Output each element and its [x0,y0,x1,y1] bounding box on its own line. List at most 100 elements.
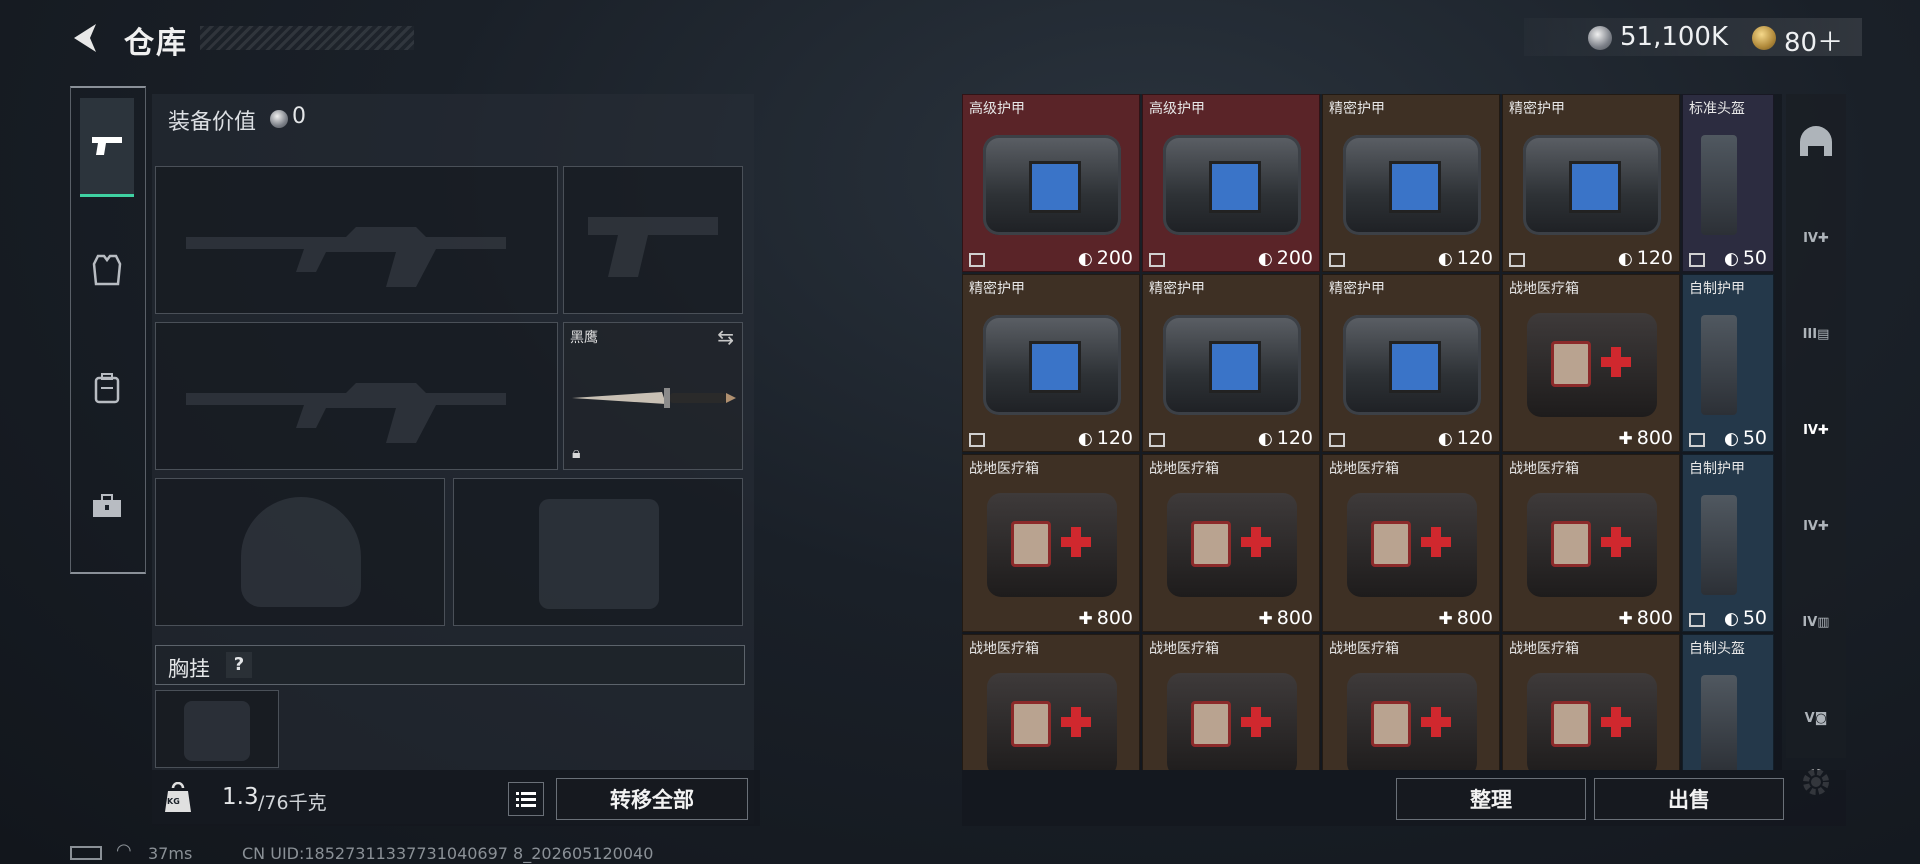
inventory-item[interactable]: 精密护甲 ◐ 120 [1142,274,1320,452]
tab-armor[interactable] [80,222,134,318]
helmet-slot[interactable] [155,478,445,626]
melee-slot[interactable]: 黑鹰 ⇆ 🔒︎ [563,322,743,470]
item-stat-value: 120 [1636,247,1673,269]
inventory-item[interactable]: 战地医疗箱 ✚ 800 [1502,454,1680,632]
armor-bag-icon [1163,135,1301,235]
tab-weapons[interactable] [80,98,134,197]
armor-plate-icon [1209,161,1261,213]
inventory-item[interactable]: 精密护甲 ◐ 120 [1322,274,1500,452]
inventory-item[interactable]: 战地医疗箱 ✚ 800 [1502,274,1680,452]
item-stat-value: 120 [1456,247,1493,269]
secondary-weapon-slot[interactable] [155,322,558,470]
chest-rig-header: 胸挂 ? [155,645,745,685]
item-stat: ◐ 200 [1258,247,1313,269]
primary-weapon-slot[interactable] [155,166,558,314]
untradeable-icon [1329,253,1345,267]
sort-button[interactable]: 整理 [1396,778,1586,820]
weight-max: /76千克 [258,792,327,814]
medical-icon: IV✚ [1803,518,1829,534]
filter-helmet[interactable] [1792,118,1840,166]
filter-tier-iv-active[interactable]: IV✚ [1792,406,1840,454]
item-stat-value: 800 [1636,607,1673,629]
armor-slot[interactable] [453,478,743,626]
vest-icon [1701,495,1737,595]
inventory-item[interactable]: 自制头盔 [1682,634,1774,770]
inventory-item[interactable]: 战地医疗箱 [1322,634,1500,770]
armor-bag-icon [1523,135,1661,235]
item-name: 自制护甲 [1689,281,1745,297]
item-name: 精密护甲 [1149,281,1205,297]
item-name: 战地医疗箱 [969,641,1039,657]
pistol-icon [92,137,122,155]
red-cross-icon [1241,707,1271,737]
item-name: 战地医疗箱 [1329,461,1399,477]
item-stat-value: 800 [1276,607,1313,629]
item-stat: ◐ 120 [1258,427,1313,449]
untradeable-icon [1329,433,1345,447]
first-aid-kit-icon [1347,673,1477,770]
filter-tier-iv-2[interactable]: IV✚ [1792,502,1840,550]
item-name: 战地医疗箱 [1509,461,1579,477]
vest-icon [1701,135,1737,235]
armor-plate-icon [1389,161,1441,213]
swap-icon[interactable]: ⇆ [717,325,734,349]
filter-tier-iv-medical[interactable]: IV✚ [1792,214,1840,262]
rifle-silhouette-icon [186,227,506,287]
filter-tier-v[interactable]: V◙ [1792,694,1840,742]
gold-amount[interactable]: 80＋ [1784,22,1843,59]
back-button[interactable] [68,20,108,60]
red-cross-icon [1061,527,1091,557]
item-stat: ◐ 50 [1724,607,1767,629]
inventory-item[interactable]: 精密护甲 ◐ 120 [1322,94,1500,272]
inventory-item[interactable]: 战地医疗箱 ✚ 800 [1142,454,1320,632]
tab-backpack[interactable] [80,340,134,436]
building-icon: IV▥ [1802,614,1830,630]
inventory-item[interactable]: 自制护甲 ◐ 50 [1682,274,1774,452]
sell-button[interactable]: 出售 [1594,778,1784,820]
item-name: 精密护甲 [1509,101,1565,117]
inventory-item[interactable]: 高级护甲 ◐ 200 [962,94,1140,272]
item-name: 高级护甲 [1149,101,1205,117]
help-icon[interactable]: ? [226,652,252,678]
inventory-item[interactable]: 战地医疗箱 [962,634,1140,770]
inventory-item[interactable]: 精密护甲 ◐ 120 [962,274,1140,452]
list-view-button[interactable] [508,782,544,816]
heal-icon: ✚ [1258,609,1273,629]
item-name: 战地医疗箱 [1509,641,1579,657]
item-stat-value: 120 [1276,427,1313,449]
item-stat-value: 800 [1636,427,1673,449]
inventory-item[interactable]: 自制护甲 ◐ 50 [1682,454,1774,632]
armor-plate-icon [1569,161,1621,213]
item-stat: ◐ 50 [1724,427,1767,449]
first-aid-kit-icon [987,673,1117,770]
tab-case[interactable] [80,458,134,554]
armor-bag-icon [983,135,1121,235]
transfer-all-button[interactable]: 转移全部 [556,778,748,820]
inventory-item[interactable]: 高级护甲 ◐ 200 [1142,94,1320,272]
item-stat-value: 200 [1276,247,1313,269]
inventory-item[interactable]: 标准头盔 ◐ 50 [1682,94,1774,272]
filter-tier-iv-3[interactable]: IV▥ [1792,598,1840,646]
inventory-item[interactable]: 战地医疗箱 [1142,634,1320,770]
kg-label: KG [167,797,180,806]
armor-plate-icon [1389,341,1441,393]
knife-icon [572,388,736,408]
pistol-slot[interactable] [563,166,743,314]
untradeable-icon [1509,253,1525,267]
inventory-item[interactable]: 战地医疗箱 ✚ 800 [962,454,1140,632]
item-stat: ◐ 120 [1438,427,1493,449]
medkit-pad-icon [1191,701,1231,747]
item-name: 标准头盔 [1689,101,1745,117]
red-cross-icon [1241,527,1271,557]
item-stat: ✚ 800 [1618,427,1673,449]
vest-icon [1701,315,1737,415]
inventory-item[interactable]: 精密护甲 ◐ 120 [1502,94,1680,272]
untradeable-icon [1689,613,1705,627]
heal-icon: ✚ [1078,609,1093,629]
medkit-pad-icon [1551,341,1591,387]
filter-tier-iii[interactable]: III▤ [1792,310,1840,358]
item-name: 战地医疗箱 [969,461,1039,477]
inventory-item[interactable]: 战地医疗箱 [1502,634,1680,770]
inventory-item[interactable]: 战地医疗箱 ✚ 800 [1322,454,1500,632]
chest-rig-slot[interactable] [155,690,279,768]
